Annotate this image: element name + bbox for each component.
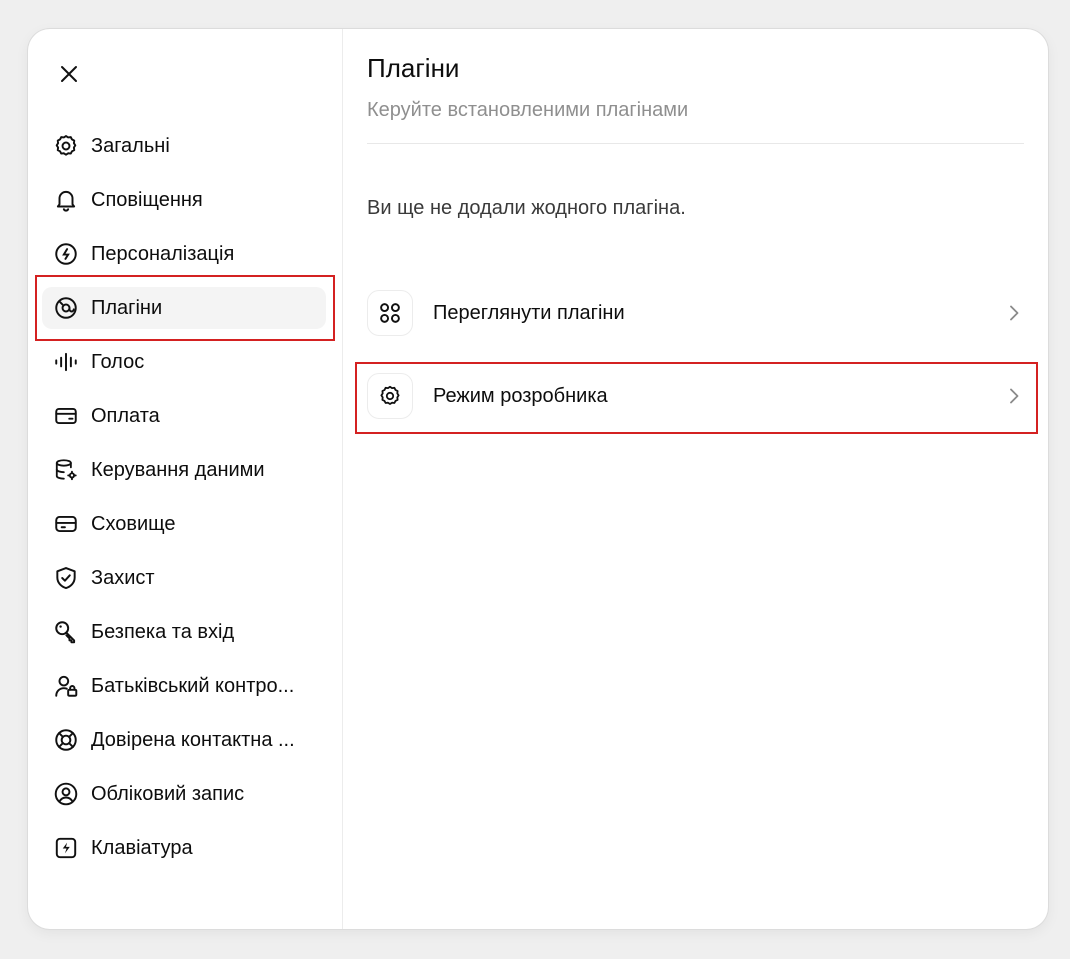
personalization-icon <box>52 240 80 268</box>
sidebar-item-label: Оплата <box>91 404 160 427</box>
sidebar-item-notifications[interactable]: Сповіщення <box>40 173 332 227</box>
chevron-right-icon <box>1004 303 1024 323</box>
sidebar-item-plugins[interactable]: Плагіни <box>35 275 335 341</box>
settings-sidebar: Загальні Сповіщення Персоналізація Плагі… <box>28 29 343 929</box>
sidebar-item-label: Сповіщення <box>91 188 203 211</box>
close-button[interactable] <box>54 59 84 89</box>
sidebar-item-label: Обліковий запис <box>91 782 245 805</box>
sidebar-item-storage[interactable]: Сховище <box>40 497 332 551</box>
sidebar-item-label: Довірена контактна ... <box>91 728 295 751</box>
browse-plugins-label: Переглянути плагіни <box>433 301 625 324</box>
key-icon <box>52 618 80 646</box>
chevron-right-icon <box>1004 386 1024 406</box>
empty-state-message: Ви ще не додали жодного плагіна. <box>367 197 686 219</box>
sidebar-item-label: Клавіатура <box>91 836 193 859</box>
lifebuoy-icon <box>52 726 80 754</box>
grid-dots-icon <box>367 290 413 336</box>
sidebar-item-personalization[interactable]: Персоналізація <box>40 227 332 281</box>
divider <box>367 143 1024 144</box>
database-icon <box>52 456 80 484</box>
developer-mode-row[interactable]: Режим розробника <box>355 362 1038 434</box>
sidebar-item-label: Захист <box>91 566 155 589</box>
plugins-icon <box>52 294 80 322</box>
developer-mode-label: Режим розробника <box>433 384 608 407</box>
user-circle-icon <box>52 780 80 808</box>
sidebar-item-keyboard[interactable]: Клавіатура <box>40 821 332 875</box>
sidebar-item-account[interactable]: Обліковий запис <box>40 767 332 821</box>
gear-icon <box>367 373 413 419</box>
sidebar-item-label: Керування даними <box>91 458 265 481</box>
browse-plugins-row[interactable]: Переглянути плагіни <box>367 285 1024 341</box>
page-subtitle: Керуйте встановленими плагінами <box>367 99 689 121</box>
credit-card-icon <box>52 402 80 430</box>
sidebar-item-data-controls[interactable]: Керування даними <box>40 443 332 497</box>
bell-icon <box>52 186 80 214</box>
close-icon <box>58 63 80 85</box>
gear-icon <box>52 132 80 160</box>
sidebar-item-label: Загальні <box>91 134 170 157</box>
sidebar-item-trusted-contact[interactable]: Довірена контактна ... <box>40 713 332 767</box>
sidebar-item-label: Плагіни <box>91 296 163 319</box>
user-lock-icon <box>52 672 80 700</box>
sidebar-item-label: Батьківський контро... <box>91 674 295 697</box>
sidebar-item-protection[interactable]: Захист <box>40 551 332 605</box>
plugins-panel: Плагіни Керуйте встановленими плагінами … <box>343 29 1048 929</box>
storage-drive-icon <box>52 510 80 538</box>
voice-waveform-icon <box>52 348 80 376</box>
sidebar-item-voice[interactable]: Голос <box>40 335 332 389</box>
settings-nav: Загальні Сповіщення Персоналізація Плагі… <box>35 119 335 875</box>
sidebar-item-label: Безпека та вхід <box>91 620 235 643</box>
sidebar-item-general[interactable]: Загальні <box>40 119 332 173</box>
settings-dialog: Загальні Сповіщення Персоналізація Плагі… <box>28 29 1048 929</box>
page-title: Плагіни <box>367 53 460 83</box>
sidebar-item-billing[interactable]: Оплата <box>40 389 332 443</box>
sidebar-item-label: Сховище <box>91 512 176 535</box>
sidebar-item-security-login[interactable]: Безпека та вхід <box>40 605 332 659</box>
keyboard-shortcut-icon <box>52 834 80 862</box>
sidebar-item-parental-controls[interactable]: Батьківський контро... <box>40 659 332 713</box>
shield-check-icon <box>52 564 80 592</box>
sidebar-item-label: Персоналізація <box>91 242 235 265</box>
sidebar-item-label: Голос <box>91 350 145 373</box>
